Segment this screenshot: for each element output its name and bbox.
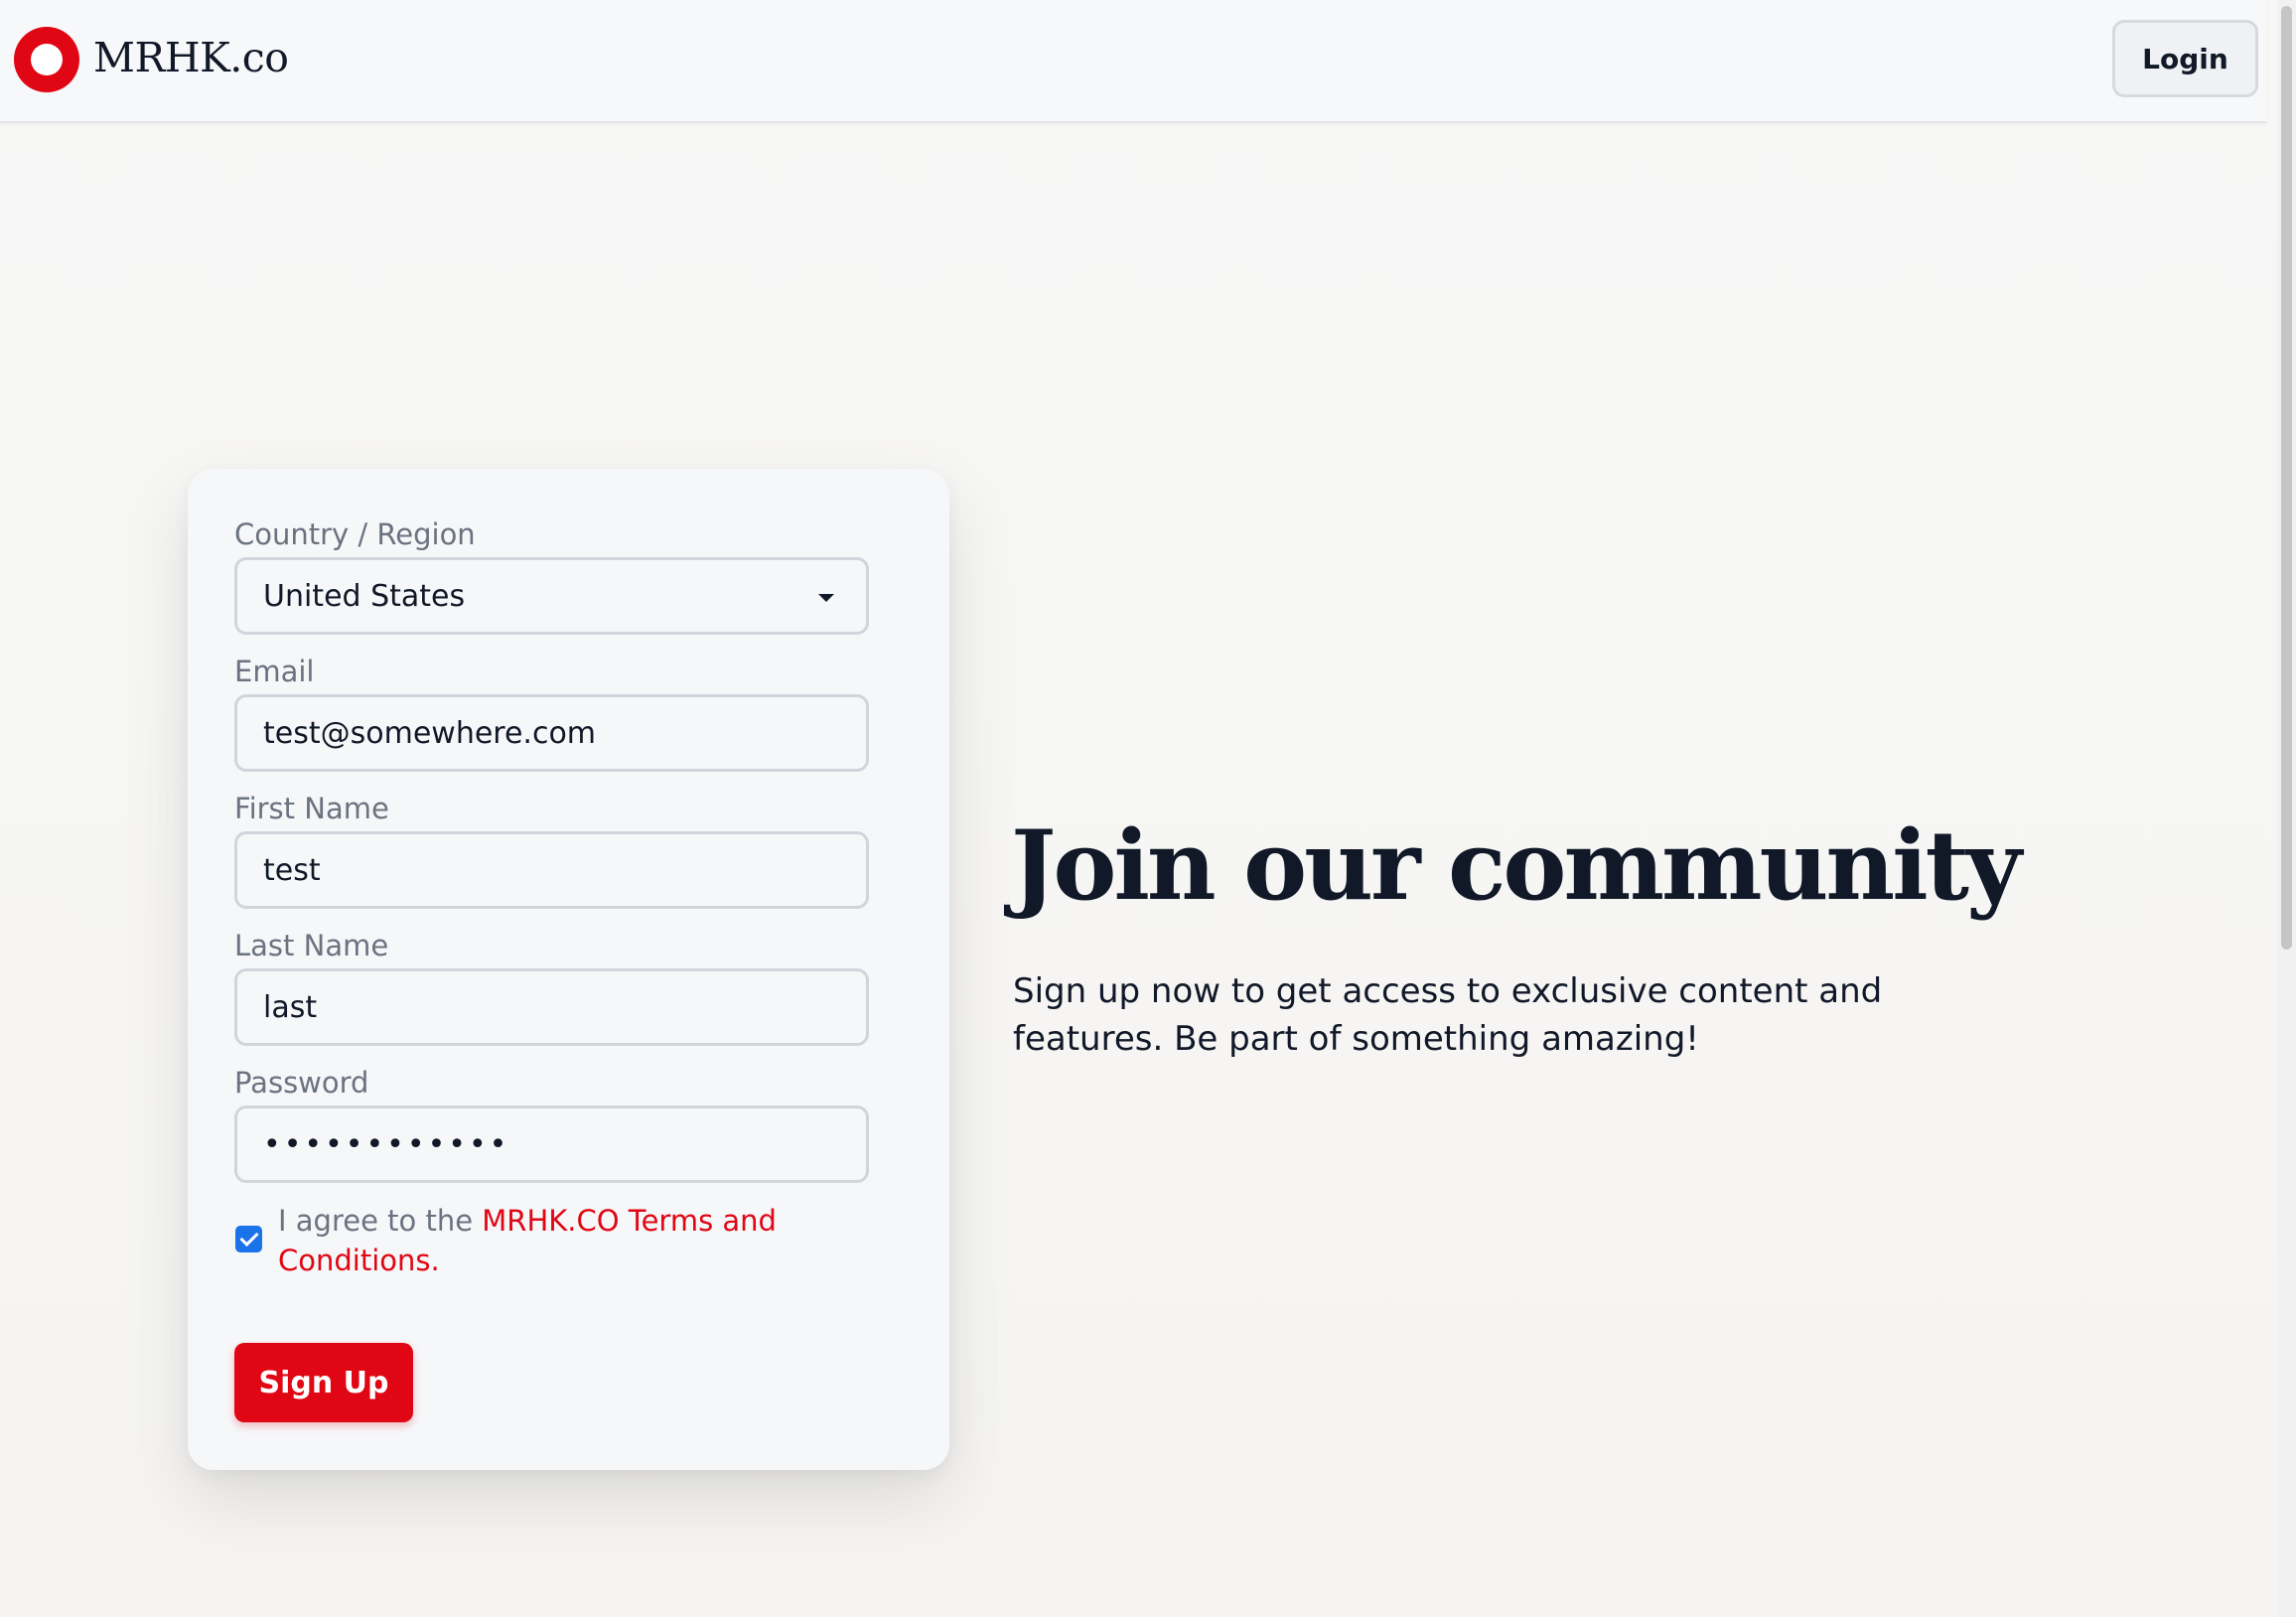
page-scrollbar[interactable] <box>2277 0 2296 1617</box>
first-name-label: First Name <box>234 792 389 825</box>
caret-down-icon <box>818 594 834 602</box>
signup-form-card: Country / Region United States Email tes… <box>188 469 949 1470</box>
hero-description: Sign up now to get access to exclusive c… <box>1013 971 1883 1059</box>
last-name-label: Last Name <box>234 929 389 962</box>
brand-logo-icon[interactable] <box>14 27 79 92</box>
email-field-value: test@somewhere.com <box>263 715 597 751</box>
password-field-value: •••••••••••• <box>263 1126 510 1162</box>
terms-checkbox[interactable] <box>235 1226 262 1252</box>
country-label: Country / Region <box>234 517 476 551</box>
scrollbar-thumb[interactable] <box>2281 6 2292 950</box>
email-label: Email <box>234 655 315 688</box>
last-name-field-value: last <box>263 989 318 1025</box>
country-select-value: United States <box>263 578 466 614</box>
terms-agreement-text: I agree to the MRHK.CO Terms and Conditi… <box>278 1201 834 1280</box>
brand-name[interactable]: MRHK.co <box>93 30 289 85</box>
last-name-field[interactable]: last <box>234 968 869 1046</box>
hero-title: Join our community <box>1011 809 2022 922</box>
password-label: Password <box>234 1066 369 1100</box>
terms-prefix: I agree to the <box>278 1204 483 1238</box>
first-name-field[interactable]: test <box>234 831 869 909</box>
login-button[interactable]: Login <box>2112 20 2258 97</box>
password-field[interactable]: •••••••••••• <box>234 1105 869 1183</box>
email-field[interactable]: test@somewhere.com <box>234 694 869 772</box>
country-select[interactable]: United States <box>234 557 869 635</box>
top-navbar: MRHK.co Login <box>0 0 2266 123</box>
first-name-field-value: test <box>263 852 321 888</box>
sign-up-button[interactable]: Sign Up <box>234 1343 413 1422</box>
